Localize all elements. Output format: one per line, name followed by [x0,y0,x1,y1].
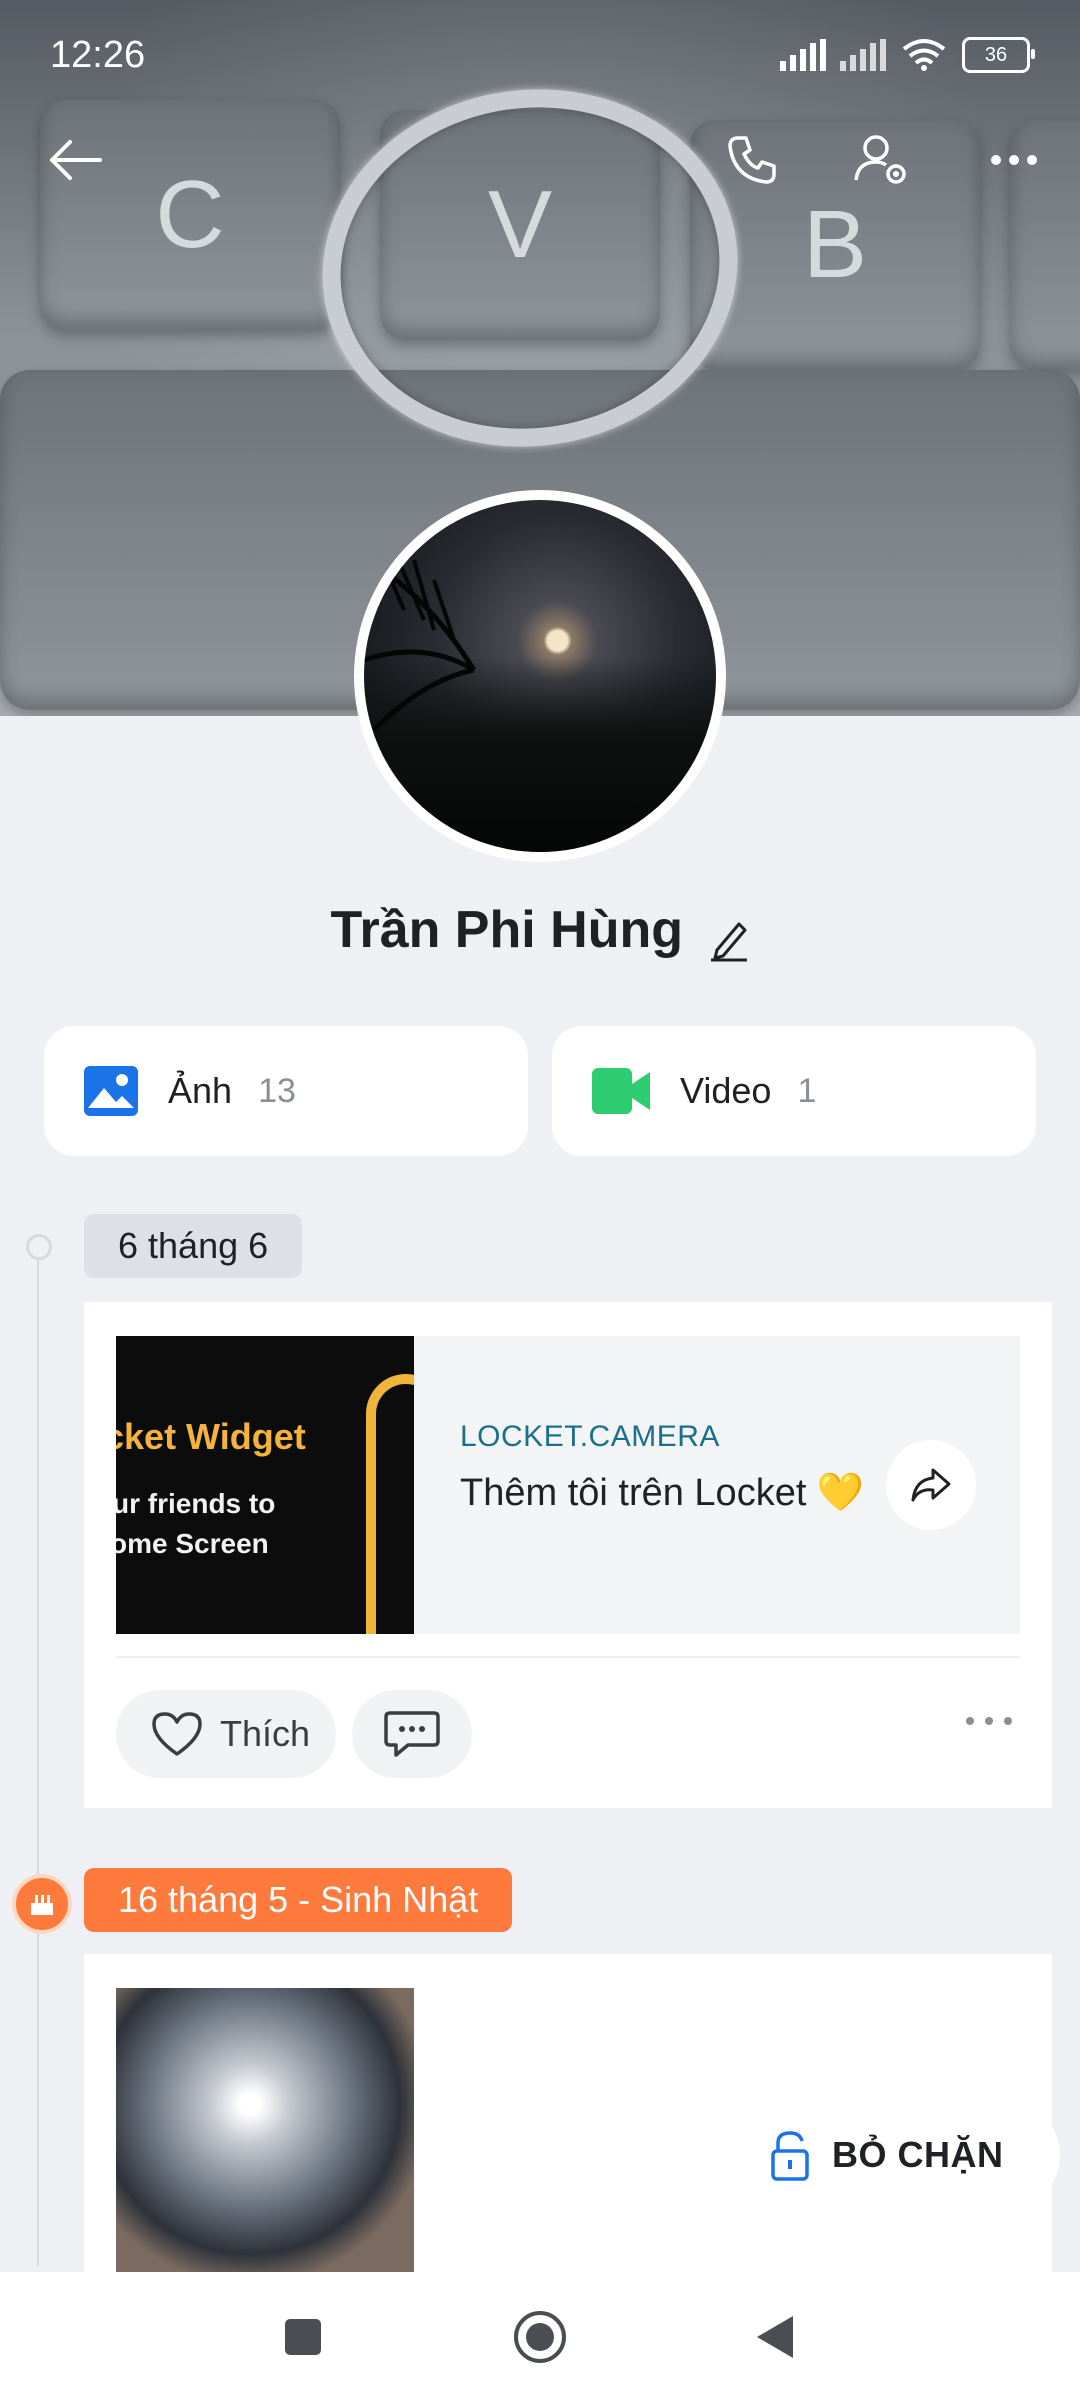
status-bar: 12:26 36 [0,0,1080,110]
comment-icon [384,1711,440,1757]
videos-label: Video [680,1070,772,1111]
unlock-icon [771,2131,809,2181]
video-icon [592,1068,650,1114]
birthday-cake-icon [12,1874,72,1934]
profile-settings-button[interactable] [842,120,922,200]
signal-icon [840,39,886,71]
avatar[interactable] [354,490,726,862]
image-icon [84,1066,138,1116]
share-arrow-icon [911,1468,951,1502]
timeline-line [37,1246,39,2266]
unblock-button[interactable]: BỎ CHẶN [740,2100,1060,2210]
top-navigation [0,120,1080,200]
date-chip: 6 tháng 6 [84,1214,303,1278]
status-time: 12:26 [50,33,146,76]
photos-label: Ảnh [168,1070,233,1111]
call-button[interactable] [712,120,792,200]
photos-count: 13 [258,1071,296,1110]
pencil-icon [711,922,748,962]
birthday-date-chip: 16 tháng 5 - Sinh Nhật [84,1868,513,1932]
link-thumbnail: cket Widget ur friends to ome Screen [116,1336,414,1634]
like-label: Thích [220,1713,311,1754]
photos-card[interactable]: Ảnh 13 [44,1026,528,1156]
link-title: Thêm tôi trên Locket 💛 [460,1472,865,1514]
comment-button[interactable] [352,1690,472,1778]
more-dots-icon [966,1717,1012,1725]
timeline-dot [26,1234,52,1260]
videos-card[interactable]: Video 1 [552,1026,1036,1156]
user-settings-icon [854,135,906,184]
arrow-left-icon [50,140,102,180]
home-button[interactable] [505,2302,575,2372]
unblock-label: BỎ CHẶN [832,2134,1004,2175]
link-domain: LOCKET.CAMERA [460,1420,720,1453]
videos-count: 1 [797,1071,817,1110]
square-icon [285,2319,321,2355]
timeline-post: cket Widget ur friends to ome Screen LOC… [84,1302,1052,1808]
recent-apps-button[interactable] [268,2302,338,2372]
post-more-button[interactable] [964,1714,1014,1732]
profile-name-row: Trần Phi Hùng [0,900,1080,967]
more-dots-icon [991,155,1037,165]
signal-icon [780,39,826,71]
triangle-back-icon [757,2316,793,2358]
battery-icon: 36 [962,37,1035,73]
phone-icon [728,136,776,184]
profile-name: Trần Phi Hùng [330,901,683,959]
thumb-text: ome Screen [116,1528,269,1559]
home-circle-icon [514,2311,566,2363]
avatar-image [364,500,716,852]
thumb-text: ur friends to [116,1488,276,1519]
battery-level: 36 [984,43,1008,66]
divider [116,1656,1020,1658]
edit-name-button[interactable] [709,918,749,967]
heart-icon [152,1712,202,1756]
share-button[interactable] [886,1440,976,1530]
more-options-button[interactable] [974,120,1054,200]
palm-leaves [364,539,477,732]
thumb-text: cket Widget [116,1416,306,1457]
post-photo[interactable] [116,1988,414,2278]
back-button[interactable] [36,120,116,200]
system-navigation-bar [0,2272,1080,2400]
back-nav-button[interactable] [740,2302,810,2372]
link-preview[interactable]: cket Widget ur friends to ome Screen LOC… [116,1336,1020,1634]
like-button[interactable]: Thích [116,1690,336,1778]
wifi-icon [902,39,946,71]
